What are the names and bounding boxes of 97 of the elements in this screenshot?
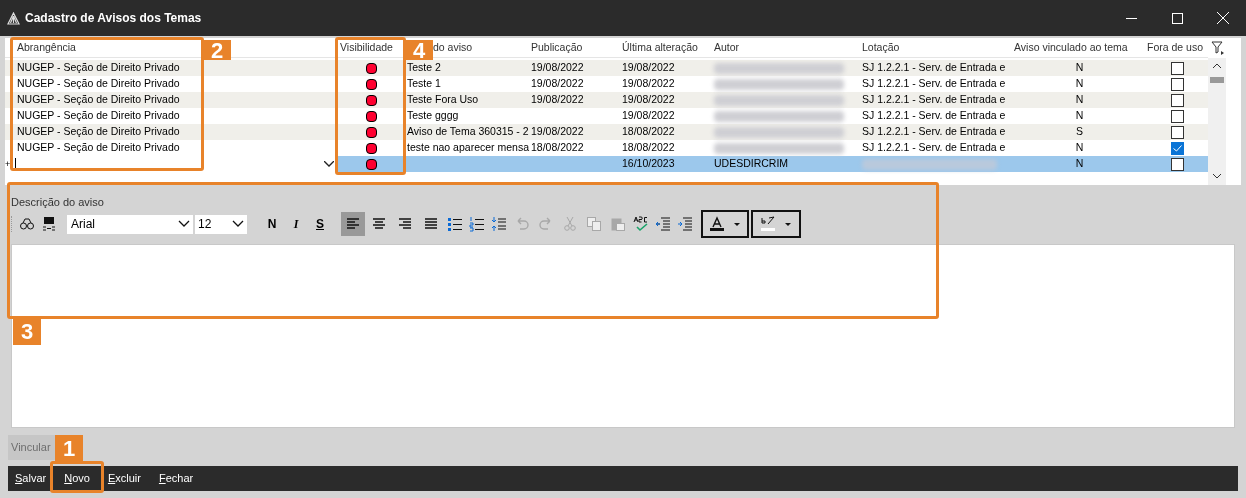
binoculars-icon[interactable] [19, 216, 35, 232]
table-cell: 19/08/2022 [531, 124, 584, 140]
column-header[interactable]: Autor [714, 40, 740, 56]
table-cell: NUGEP - Seção de Direito Privado [17, 60, 180, 76]
column-header[interactable]: do aviso [433, 40, 473, 56]
checkbox[interactable] [1171, 77, 1184, 91]
table-cell: NUGEP - Seção de Direito Privado [17, 140, 180, 156]
table-row[interactable]: NUGEP - Seção de Direito Privado Aviso de Tema 360315 - 2 19/08/2022 18/08/2022 SJ 1.2.2.1 - Serv. de Entrada e S [5, 124, 1208, 140]
table-cell: SJ 1.2.2.1 - Serv. de Entrada e [862, 108, 1006, 124]
scroll-thumb[interactable] [1210, 77, 1224, 83]
field-label: Descrição do aviso [11, 195, 104, 210]
numbered-list-icon[interactable] [469, 216, 485, 232]
table-cell: 18/08/2022 [531, 140, 584, 156]
font-dropdown[interactable]: Arial [67, 214, 193, 234]
table-cell: N [1075, 156, 1084, 172]
table-cell: Aviso de Tema 360315 - 2 [407, 124, 529, 140]
table-cell: NUGEP - Seção de Direito Privado [17, 124, 180, 140]
table-cell: SJ 1.2.2.1 - Serv. de Entrada e [862, 76, 1006, 92]
callout-number: 4 [405, 40, 433, 60]
bold-button[interactable]: N [261, 213, 283, 235]
table-cell: SJ 1.2.2.1 - Serv. de Entrada e [862, 60, 1006, 76]
table-cell: 19/08/2022 [622, 60, 675, 76]
italic-button[interactable]: I [285, 213, 307, 235]
minimize-icon [1125, 17, 1137, 19]
table-cell: N [1075, 76, 1084, 92]
table-cell: 18/08/2022 [622, 140, 675, 156]
column-header[interactable]: Aviso vinculado ao tema [1014, 40, 1128, 56]
checkbox[interactable] [1171, 61, 1184, 75]
replace-icon[interactable] [41, 216, 57, 232]
row-marker: + [5, 156, 13, 172]
table-cell: N [1075, 108, 1084, 124]
table-cell: NUGEP - Seção de Direito Privado [17, 76, 180, 92]
window-title: Cadastro de Avisos dos Temas [25, 10, 202, 27]
table-cell: Teste Fora Uso [407, 92, 479, 108]
table-cell: Teste 1 [407, 76, 441, 92]
text-color-icon[interactable] [709, 216, 725, 232]
column-header[interactable]: Fora de uso [1147, 40, 1204, 56]
underline-button[interactable]: S [309, 213, 331, 235]
scrollbar[interactable] [1208, 58, 1226, 185]
callout-number: 2 [203, 40, 231, 60]
table-cell: UDESDIRCRIM [714, 156, 789, 172]
column-header[interactable]: Abrangência [17, 40, 76, 56]
table-cell: 19/08/2022 [622, 76, 675, 92]
table-cell: S [1076, 124, 1083, 140]
column-header[interactable]: Publicação [531, 40, 583, 56]
checkbox[interactable] [1171, 141, 1184, 155]
checkbox[interactable] [1171, 125, 1184, 139]
table-cell: Teste gggg [407, 108, 459, 124]
action-button[interactable]: Fechar [151, 467, 201, 490]
table-cell: 19/08/2022 [531, 92, 584, 108]
close-icon [1217, 12, 1229, 24]
line-spacing-icon[interactable] [491, 216, 507, 232]
table-cell: N [1075, 140, 1084, 156]
table-cell: N [1075, 60, 1084, 76]
action-button[interactable]: Salvar [8, 467, 54, 490]
spellcheck-icon[interactable] [633, 216, 649, 232]
table-cell: SJ 1.2.2.1 - Serv. de Entrada e [862, 92, 1006, 108]
table-cell: 19/08/2022 [622, 92, 675, 108]
table-cell: 19/08/2022 [622, 108, 675, 124]
table-cell: NUGEP - Seção de Direito Privado [17, 108, 180, 124]
app-icon [7, 11, 20, 25]
outdent-icon[interactable] [655, 216, 671, 232]
table-cell: 16/10/2023 [622, 156, 675, 172]
column-header[interactable]: Última alteração [622, 40, 698, 56]
indent-icon[interactable] [677, 216, 693, 232]
table-row[interactable]: NUGEP - Seção de Direito Privado Teste Fora Uso 19/08/2022 19/08/2022 SJ 1.2.2.1 - Serv. de Entrada e N [5, 92, 1208, 108]
action-button[interactable]: Novo [57, 467, 97, 490]
highlight-color-button[interactable] [751, 210, 801, 238]
font-color-button[interactable] [701, 210, 749, 238]
callout-number: 3 [13, 318, 41, 345]
action-button[interactable]: Excluir [100, 467, 148, 490]
table-cell: Teste 2 [407, 60, 441, 76]
highlighter-icon[interactable] [760, 216, 776, 232]
scroll-up-icon[interactable] [1213, 63, 1221, 68]
filter-icon[interactable] [1211, 41, 1225, 55]
checkbox[interactable] [1171, 157, 1184, 171]
table-cell: 18/08/2022 [622, 124, 675, 140]
table-cell: teste nao aparecer mensa [407, 140, 529, 156]
table-cell: 19/08/2022 [531, 76, 584, 92]
table-cell: NUGEP - Seção de Direito Privado [17, 92, 180, 108]
maximize-icon [1171, 12, 1183, 24]
text-cursor [15, 158, 16, 170]
column-header[interactable]: Lotação [862, 40, 900, 56]
callout-number: 1 [55, 435, 83, 462]
table-row[interactable]: NUGEP - Seção de Direito Privado Teste 2 19/08/2022 19/08/2022 SJ 1.2.2.1 - Serv. de Entrada e N [5, 60, 1208, 76]
table-cell: SJ 1.2.2.1 - Serv. de Entrada e [862, 124, 1006, 140]
column-header[interactable]: Visibilidade [340, 40, 393, 56]
bullet-list-icon[interactable] [447, 216, 463, 232]
checkbox[interactable] [1171, 109, 1184, 123]
table-cell: SJ 1.2.2.1 - Serv. de Entrada e [862, 140, 1006, 156]
checkbox[interactable] [1171, 93, 1184, 107]
table-row[interactable]: + 16/10/2023 UDESDIRCRIM N [5, 156, 1208, 172]
table-cell: 19/08/2022 [531, 60, 584, 76]
scroll-down-icon[interactable] [1213, 174, 1221, 179]
dropdown-caret-icon[interactable] [324, 161, 334, 167]
table-cell: N [1075, 92, 1084, 108]
size-dropdown[interactable]: 12 [195, 214, 247, 234]
